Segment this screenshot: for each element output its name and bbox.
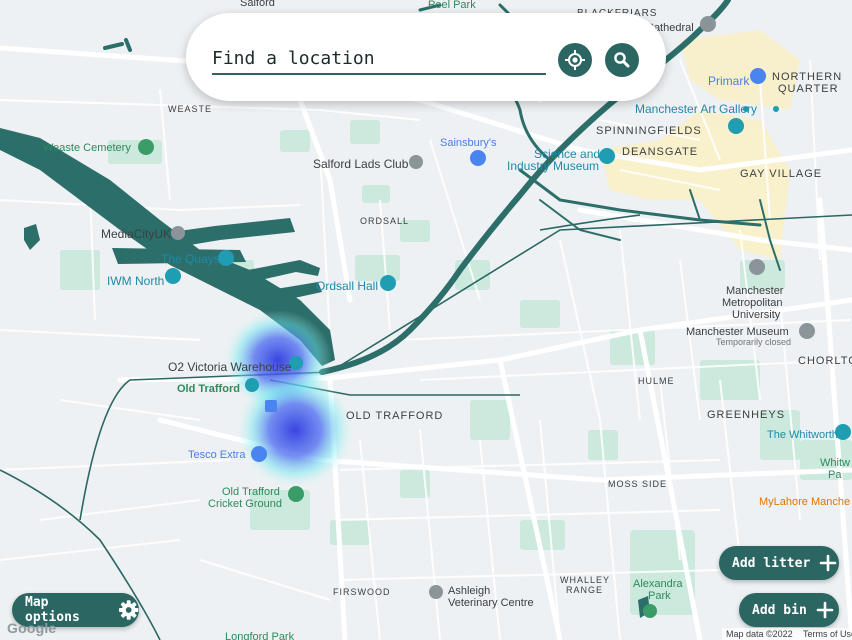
label-weaste-cemetery: Weaste Cemetery bbox=[43, 142, 131, 154]
label-primark: Primark bbox=[708, 74, 750, 88]
label-gay-village: GAY VILLAGE bbox=[740, 168, 822, 180]
cemetery-icon[interactable] bbox=[138, 139, 154, 155]
search-input[interactable] bbox=[212, 43, 546, 75]
museum-icon[interactable] bbox=[218, 250, 234, 266]
label-alexandra-park-1: Alexandra bbox=[633, 578, 683, 590]
label-chorlton: CHORLTO bbox=[798, 355, 852, 367]
museum-icon[interactable] bbox=[380, 275, 396, 291]
place-pin-icon[interactable] bbox=[171, 226, 185, 240]
label-peel-park: Peel Park bbox=[428, 0, 476, 11]
label-mylahore: MyLahore Manche bbox=[759, 496, 850, 508]
shopping-icon[interactable] bbox=[750, 68, 766, 84]
add-litter-button[interactable]: Add litter bbox=[719, 546, 839, 580]
dining-icon[interactable] bbox=[773, 106, 779, 112]
place-pin-icon[interactable] bbox=[429, 585, 443, 599]
gear-icon bbox=[118, 600, 139, 620]
label-the-whitworth: The Whitworth bbox=[767, 429, 838, 441]
university-icon[interactable] bbox=[749, 259, 765, 275]
label-salford: Salford bbox=[240, 0, 275, 9]
label-firswood: FIRSWOOD bbox=[333, 587, 391, 597]
label-tesco-extra: Tesco Extra bbox=[188, 449, 246, 461]
label-cricket-ground-2: Cricket Ground bbox=[208, 498, 282, 510]
shopping-icon[interactable] bbox=[470, 150, 486, 166]
label-whitworth-park-1: Whitw bbox=[820, 457, 850, 469]
label-science-industry-2: Industry Museum bbox=[507, 159, 599, 173]
label-ordsall-hall: Ordsall Hall bbox=[316, 279, 378, 293]
label-whitworth-park-2: Pa bbox=[828, 469, 842, 481]
label-deansgate: DEANSGATE bbox=[622, 146, 698, 158]
place-pin-icon[interactable] bbox=[409, 155, 423, 169]
label-old-trafford-station: Old Trafford bbox=[177, 383, 240, 395]
search-bar bbox=[186, 13, 666, 101]
museum-icon[interactable] bbox=[728, 118, 744, 134]
label-mmu-2: Metropolitan bbox=[722, 297, 783, 309]
label-cricket-ground-1: Old Trafford bbox=[222, 486, 280, 498]
stadium-icon[interactable] bbox=[288, 486, 304, 502]
label-longford-park: Longford Park bbox=[225, 631, 295, 640]
label-hulme: HULME bbox=[638, 376, 675, 386]
locate-me-button[interactable] bbox=[558, 43, 592, 77]
plus-icon bbox=[819, 554, 837, 572]
museum-icon[interactable] bbox=[799, 323, 815, 339]
tram-stop-icon[interactable] bbox=[265, 400, 277, 412]
label-salford-lads-club: Salford Lads Club bbox=[313, 157, 409, 171]
label-ashleigh-2: Veterinary Centre bbox=[448, 597, 534, 609]
google-logo: Google bbox=[7, 620, 57, 636]
label-mmu-3: University bbox=[732, 309, 781, 321]
map-data-text: Map data ©2022 bbox=[726, 629, 793, 639]
map-attribution: Map data ©2022 Terms of Use bbox=[722, 628, 852, 640]
station-icon[interactable] bbox=[245, 378, 259, 392]
label-greenheys: GREENHEYS bbox=[707, 409, 785, 421]
label-spinningfields: SPINNINGFIELDS bbox=[596, 125, 702, 137]
museum-icon[interactable] bbox=[165, 268, 181, 284]
label-temporarily-closed: Temporarily closed bbox=[716, 337, 791, 347]
label-o2-warehouse: O2 Victoria Warehouse bbox=[168, 360, 292, 374]
label-weaste: WEASTE bbox=[168, 104, 212, 114]
add-bin-button[interactable]: Add bin bbox=[739, 593, 839, 627]
church-icon[interactable] bbox=[700, 16, 716, 32]
label-moss-side: MOSS SIDE bbox=[608, 479, 667, 489]
plus-icon bbox=[816, 601, 834, 619]
label-the-quays: The Quays bbox=[161, 252, 220, 266]
add-bin-label: Add bin bbox=[752, 602, 807, 618]
label-art-gallery: Manchester Art Gallery bbox=[635, 102, 757, 116]
label-sainsburys: Sainsbury's bbox=[440, 137, 497, 149]
label-alexandra-park-2: Park bbox=[648, 590, 671, 602]
label-whalley-range-2: RANGE bbox=[566, 585, 603, 595]
search-button[interactable] bbox=[605, 43, 639, 77]
magnifier-icon bbox=[614, 52, 630, 68]
label-ordsall: ORDSALL bbox=[360, 216, 409, 226]
shopping-icon[interactable] bbox=[251, 446, 267, 462]
label-ashleigh-1: Ashleigh bbox=[448, 585, 490, 597]
label-northern-quarter-2: QUARTER bbox=[778, 83, 839, 95]
label-mediacity: MediaCityUK bbox=[101, 227, 171, 241]
add-litter-label: Add litter bbox=[732, 555, 811, 571]
label-mmu-1: Manchester bbox=[726, 285, 784, 297]
label-northern-quarter-1: NORTHERN bbox=[772, 71, 842, 83]
terms-link[interactable]: Terms of Use bbox=[803, 629, 852, 639]
park-icon[interactable] bbox=[643, 604, 657, 618]
label-whalley-range-1: WHALLEY bbox=[560, 575, 610, 585]
label-old-trafford-area: OLD TRAFFORD bbox=[346, 410, 443, 422]
museum-icon[interactable] bbox=[599, 148, 615, 164]
label-iwm-north: IWM North bbox=[107, 274, 164, 288]
crosshair-icon bbox=[565, 50, 585, 70]
